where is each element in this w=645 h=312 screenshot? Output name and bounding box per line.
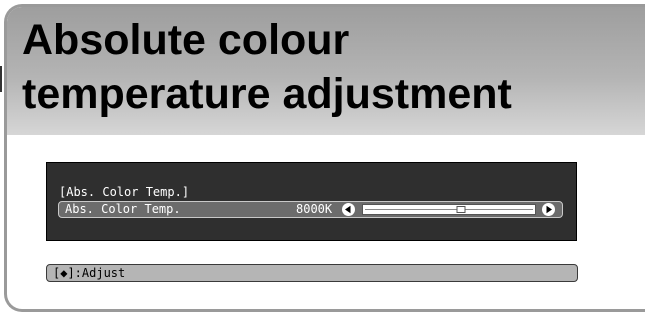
page-title-line-2: temperature adjustment — [22, 70, 512, 118]
slider-thumb[interactable] — [456, 206, 466, 213]
abs-color-temp-value: 8000K — [296, 202, 333, 216]
page-title-line-1: Absolute colour — [22, 16, 350, 64]
slider-center-line — [365, 209, 533, 210]
left-arrow-circle-icon[interactable] — [342, 203, 355, 216]
osd-menu-window: [Abs. Color Temp.] Abs. Color Temp. 8000… — [46, 162, 577, 241]
right-arrow-circle-icon[interactable] — [542, 203, 555, 216]
adjust-hint-text: [◆]:Adjust — [53, 266, 126, 280]
margin-tab-mark — [0, 66, 2, 92]
osd-menu-heading: [Abs. Color Temp.] — [59, 185, 190, 199]
abs-color-temp-row[interactable]: Abs. Color Temp. 8000K — [58, 201, 563, 218]
title-band: Absolute colour temperature adjustment — [7, 7, 645, 135]
osd-hint-bar: [◆]:Adjust — [46, 264, 578, 282]
abs-color-temp-label: Abs. Color Temp. — [65, 202, 181, 216]
color-temp-slider[interactable] — [362, 204, 536, 215]
